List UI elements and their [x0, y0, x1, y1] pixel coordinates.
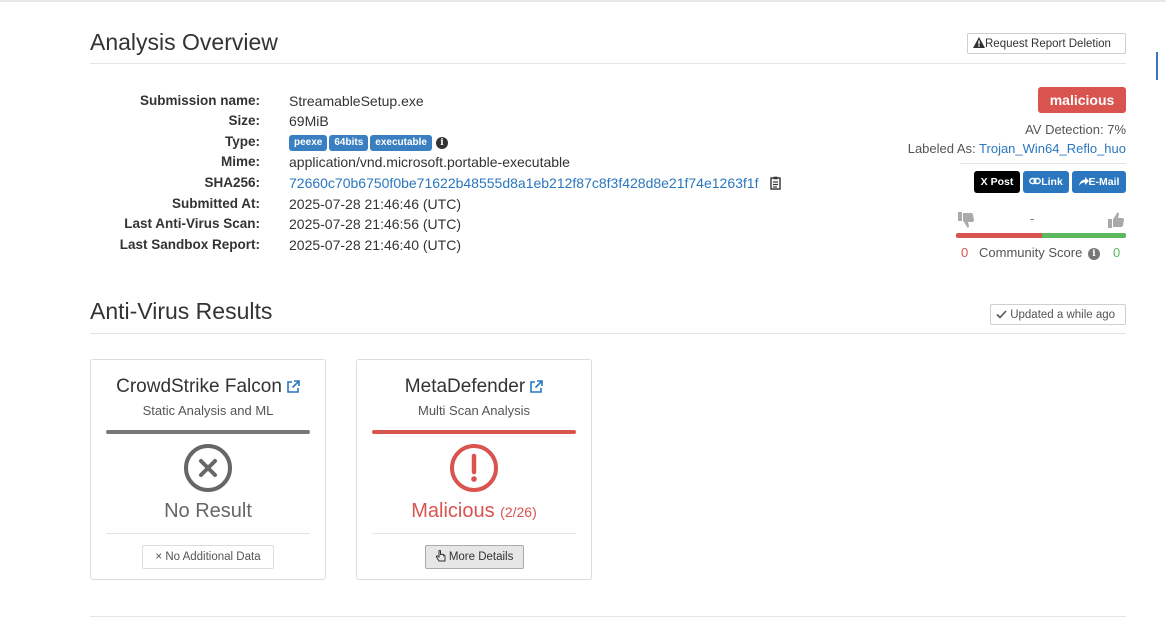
community-score-dash: -	[1030, 211, 1035, 226]
sha256-label: SHA256:	[204, 175, 260, 190]
external-link-icon[interactable]	[529, 380, 544, 394]
submission-name-value: StreamableSetup.exe	[289, 93, 424, 109]
email-button[interactable]: E-Mail	[1072, 171, 1126, 193]
av-card-metadefender: MetaDefender Multi Scan Analysis Malicio…	[356, 359, 592, 580]
link-icon	[1029, 177, 1042, 185]
last-av-scan-value: 2025-07-28 21:46:56 (UTC)	[289, 216, 461, 232]
av-card-subtitle: Static Analysis and ML	[142, 403, 274, 418]
type-tag-64bits[interactable]: 64bits	[329, 135, 369, 152]
sha256-link[interactable]: 72660c70b6750f0be71622b48555d8a1eb212f87…	[289, 175, 758, 191]
verdict-badge: malicious	[1038, 87, 1126, 113]
av-card-status-bar	[106, 430, 310, 434]
submitted-at-label: Submitted At:	[172, 196, 260, 211]
external-link-icon[interactable]	[286, 380, 300, 394]
community-score: Community Score i	[979, 245, 1100, 260]
x-post-button[interactable]: X Post	[974, 171, 1020, 193]
thumbs-up-icon[interactable]	[1108, 212, 1125, 228]
community-score-up-count: 0	[1113, 245, 1121, 260]
submitted-at-value: 2025-07-28 21:46:46 (UTC)	[289, 196, 461, 212]
top-border	[0, 0, 1166, 2]
community-score-info-icon[interactable]: i	[1087, 247, 1100, 260]
size-label: Size:	[228, 113, 260, 128]
last-sandbox-label: Last Sandbox Report:	[119, 237, 260, 252]
labeled-as-prefix: Labeled As:	[907, 141, 980, 156]
scroll-indicator	[1156, 52, 1158, 80]
sha256-value-wrap: 72660c70b6750f0be71622b48555d8a1eb212f87…	[289, 173, 782, 193]
mime-value: application/vnd.microsoft.portable-execu…	[289, 154, 570, 170]
av-card-subtitle: Multi Scan Analysis	[418, 403, 530, 418]
check-icon	[996, 310, 1007, 319]
av-card-separator	[106, 533, 310, 534]
mime-label: Mime:	[220, 154, 260, 169]
type-label: Type:	[224, 134, 260, 149]
share-icon	[1078, 177, 1089, 186]
copy-icon[interactable]	[770, 176, 782, 190]
size-value: 69MiB	[289, 113, 329, 129]
av-divider	[90, 333, 1126, 334]
request-deletion-button[interactable]: Request Report Deletion	[967, 33, 1126, 54]
thumbs-down-icon[interactable]	[958, 212, 975, 228]
last-av-scan-label: Last Anti-Virus Scan:	[124, 216, 260, 231]
av-card-crowdstrike: CrowdStrike Falcon Static Analysis and M…	[90, 359, 326, 580]
request-deletion-label: Request Report Deletion	[985, 38, 1111, 50]
community-score-down-count: 0	[961, 245, 969, 260]
x-circle-icon	[184, 444, 232, 492]
no-additional-data-label: No Additional Data	[165, 551, 261, 563]
av-card-result-text: No Result	[164, 500, 252, 522]
community-score-positive-bar	[1042, 233, 1126, 238]
analysis-overview-title: Analysis Overview	[90, 29, 278, 55]
av-results-title: Anti-Virus Results	[90, 298, 273, 324]
av-card-status-bar	[372, 430, 576, 434]
type-tag-executable[interactable]: executable	[370, 135, 432, 152]
community-score-label: Community Score	[979, 245, 1083, 260]
pointer-icon	[435, 549, 446, 562]
more-details-button[interactable]: More Details	[425, 545, 524, 569]
labeled-as: Labeled As: Trojan_Win64_Reflo_huo	[908, 141, 1126, 156]
updated-label: Updated a while ago	[1010, 309, 1116, 321]
type-tag-peexe[interactable]: peexe	[289, 135, 328, 152]
labeled-as-link[interactable]: Trojan_Win64_Reflo_huo	[979, 141, 1126, 156]
updated-button[interactable]: Updated a while ago	[990, 304, 1126, 325]
warning-icon	[973, 37, 985, 48]
av-card-name: MetaDefender	[404, 376, 526, 397]
last-sandbox-value: 2025-07-28 21:46:40 (UTC)	[289, 237, 461, 253]
av-card-detection-count: (2/26)	[500, 504, 537, 520]
more-details-label: More Details	[448, 551, 514, 563]
av-card-title: CrowdStrike Falcon	[91, 376, 325, 398]
av-card-result-text: Malicious	[411, 500, 495, 522]
av-card-result: Malicious (2/26)	[357, 500, 591, 523]
av-card-separator	[372, 533, 576, 534]
no-additional-data-button[interactable]: × No Additional Data	[142, 545, 274, 569]
link-button[interactable]: Link	[1023, 171, 1069, 193]
av-card-result: No Result	[91, 500, 325, 523]
av-detection: AV Detection: 7%	[1025, 122, 1126, 137]
type-info-icon[interactable]: i	[435, 137, 448, 150]
email-label: E-Mail	[1088, 176, 1120, 188]
bottom-divider	[90, 616, 1126, 617]
overview-divider	[90, 63, 1126, 64]
type-tags: peexe 64bits executable i	[289, 132, 448, 152]
av-card-name: CrowdStrike Falcon	[116, 376, 282, 397]
verdict-divider	[960, 163, 1126, 164]
exclamation-circle-icon	[450, 444, 498, 492]
av-card-title: MetaDefender	[357, 376, 591, 398]
link-label: Link	[1041, 176, 1063, 188]
submission-name-label: Submission name:	[139, 93, 260, 108]
community-score-negative-bar	[956, 233, 1042, 238]
